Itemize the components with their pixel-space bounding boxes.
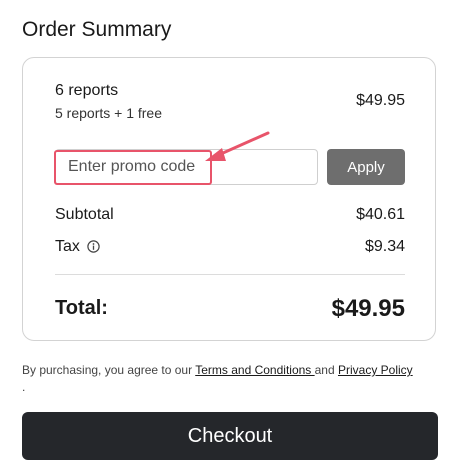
product-price: $49.95 <box>356 92 405 109</box>
subtotal-label: Subtotal <box>55 206 114 223</box>
tax-label: Tax <box>55 238 80 255</box>
tax-value: $9.34 <box>364 238 405 255</box>
legal-notice: By purchasing, you agree to our Terms an… <box>22 362 442 396</box>
info-icon[interactable] <box>87 240 100 253</box>
order-summary-page: Order Summary 6 reports 5 reports + 1 fr… <box>0 0 462 471</box>
product-name: 6 reports <box>55 82 119 99</box>
legal-suffix: . <box>22 380 26 394</box>
apply-promo-button[interactable]: Apply <box>327 149 405 185</box>
terms-link[interactable]: Terms and Conditions <box>195 363 314 377</box>
order-summary-title: Order Summary <box>22 18 172 41</box>
total-label: Total: <box>55 297 108 319</box>
product-detail: 5 reports + 1 free <box>55 105 163 121</box>
promo-code-input[interactable] <box>55 149 318 185</box>
subtotal-value: $40.61 <box>356 206 405 223</box>
privacy-link[interactable]: Privacy Policy <box>338 363 413 377</box>
total-value: $49.95 <box>331 295 405 322</box>
totals-divider <box>55 274 405 275</box>
legal-prefix: By purchasing, you agree to our <box>22 363 196 377</box>
checkout-button[interactable]: Checkout <box>22 412 438 460</box>
legal-and: and <box>314 363 338 377</box>
